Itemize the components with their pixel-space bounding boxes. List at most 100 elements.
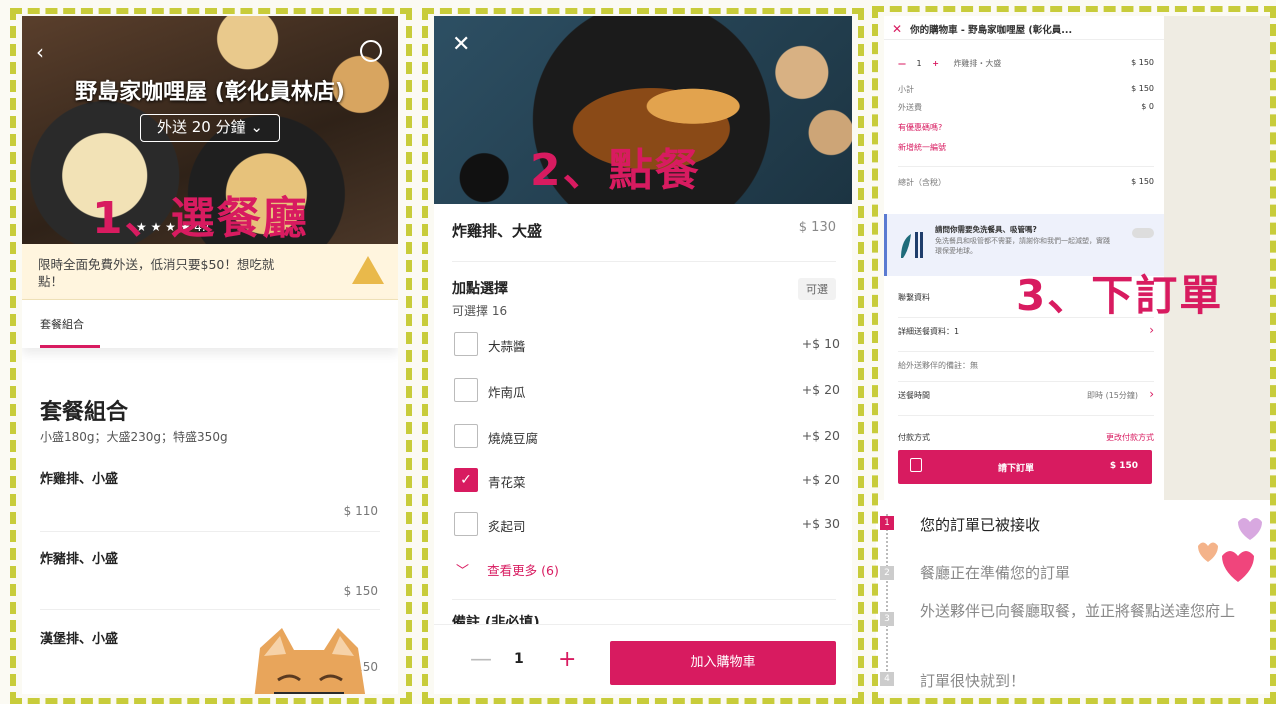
tab-underline bbox=[40, 345, 100, 348]
bag-icon bbox=[910, 458, 922, 472]
promo-banner: 限時全面免費外送，低消只要$50！想吃就點！ bbox=[22, 244, 398, 300]
delivery-fee-label: 外送費 bbox=[898, 103, 922, 112]
option-price: +$ 20 bbox=[801, 428, 840, 443]
option-price: +$ 20 bbox=[801, 382, 840, 397]
step-label-3: 3、下訂單 bbox=[1016, 271, 1224, 320]
rider-note-row[interactable]: 給外送夥伴的備註：無 bbox=[898, 360, 1154, 382]
payment-label: 付款方式 bbox=[898, 433, 930, 442]
section-subtitle: 小盛180g；大盛230g；特盛350g bbox=[40, 430, 228, 444]
hearts-icon bbox=[1198, 518, 1262, 582]
status-timeline bbox=[886, 514, 888, 682]
status-step-number: 4 bbox=[880, 672, 894, 686]
see-more-link[interactable]: ﹀ 查看更多 (6) bbox=[452, 560, 836, 600]
restaurant-page: ‹ 野島家咖哩屋 (彰化員林店) 外送 20 分鐘 ⌄ ★ ★ ★ ★ 4.( … bbox=[22, 16, 398, 694]
checkbox[interactable] bbox=[454, 332, 478, 356]
cutlery-body: 免洗餐具和吸管都不需要，請謝你和我們一起減塑，實踐環保愛地球。 bbox=[935, 237, 1110, 255]
warning-icon bbox=[352, 256, 384, 284]
cat-figurine-image bbox=[254, 628, 366, 694]
checkbox[interactable] bbox=[454, 512, 478, 536]
category-tabs: 套餐組合 bbox=[22, 300, 398, 348]
delivery-time-pill[interactable]: 外送 20 分鐘 ⌄ bbox=[140, 114, 280, 142]
status-step-text: 您的訂單已被接收 bbox=[920, 516, 1041, 534]
total-label: 總計（含稅） bbox=[898, 178, 946, 187]
delivery-fee-row: 外送費 $ 0 bbox=[898, 102, 1154, 113]
option-price: +$ 10 bbox=[801, 336, 840, 351]
delivery-time-value: 即時 (15分鐘) bbox=[1087, 391, 1138, 400]
quantity-value: 1 bbox=[514, 651, 524, 667]
invoice-link[interactable]: 新增統一編號 bbox=[898, 142, 1154, 153]
total-value: $ 150 bbox=[1131, 177, 1154, 186]
back-arrow-icon[interactable]: ‹ bbox=[36, 40, 44, 64]
status-step-number: 3 bbox=[880, 612, 894, 626]
address-label: 詳細送餐資料：1 bbox=[898, 327, 960, 336]
menu-item-name: 炸豬排、小盛 bbox=[40, 552, 119, 567]
order-status-panel: 1 您的訂單已被接收 2 餐廳正在準備您的訂單 3 外送夥伴已向餐廳取餐，並正將… bbox=[876, 500, 1270, 694]
menu-item[interactable]: 炸豬排、小盛 $ 150 bbox=[40, 548, 380, 610]
checkbox[interactable] bbox=[454, 424, 478, 448]
payment-row[interactable]: 付款方式 更改付款方式 bbox=[898, 432, 1154, 442]
coupon-link[interactable]: 有優惠碼嗎? bbox=[898, 122, 1154, 133]
cart-header: ✕ 你的購物車 - 野島家咖哩屋 (彰化員... bbox=[884, 16, 1164, 40]
step-label-1: 1、選餐廳 bbox=[92, 193, 309, 244]
subtotal-row: 小計 $ 150 bbox=[898, 84, 1154, 95]
checkmark-icon[interactable]: ✓ bbox=[454, 468, 478, 492]
option-label: 炙起司 bbox=[488, 519, 526, 534]
option-label: 大蒜醬 bbox=[488, 339, 526, 354]
cart-item-price: $ 150 bbox=[1131, 58, 1154, 67]
cart-title: 你的購物車 - 野島家咖哩屋 (彰化員... bbox=[910, 25, 1073, 36]
cart-qty: 1 bbox=[916, 59, 922, 68]
option-label: 青花菜 bbox=[488, 475, 526, 490]
menu-item[interactable]: 炸雞排、小盛 $ 110 bbox=[40, 468, 380, 532]
tab-set-meal[interactable]: 套餐組合 bbox=[40, 316, 84, 332]
chevron-right-icon: › bbox=[1149, 387, 1154, 401]
cart-page: ✕ 你的購物車 - 野島家咖哩屋 (彰化員... — 1 + 炸雞排・大盛 $ 1… bbox=[884, 16, 1164, 500]
promo-text: 限時全面免費外送，低消只要$50！想吃就點！ bbox=[38, 257, 275, 289]
place-order-button[interactable]: 請下訂單 $ 150 bbox=[898, 450, 1152, 484]
address-row[interactable]: 詳細送餐資料：1 › bbox=[898, 323, 1154, 352]
add-to-cart-button[interactable]: 加入購物車 bbox=[610, 641, 836, 685]
option-price: +$ 30 bbox=[801, 516, 840, 531]
chevron-right-icon: › bbox=[1149, 323, 1154, 337]
optional-badge: 可選 bbox=[798, 278, 836, 300]
step-label-2: 2、點餐 bbox=[530, 145, 701, 196]
close-icon[interactable]: ✕ bbox=[452, 32, 470, 57]
total-row: 總計（含稅） $ 150 bbox=[898, 166, 1154, 188]
restaurant-name: 野島家咖哩屋 (彰化員林店) bbox=[75, 80, 345, 105]
status-step-text: 餐廳正在準備您的訂單 bbox=[920, 564, 1071, 582]
background-area bbox=[1164, 16, 1270, 500]
cart-line-item: — 1 + 炸雞排・大盛 $ 150 bbox=[898, 58, 1154, 69]
checkbox[interactable] bbox=[454, 378, 478, 402]
status-step-number: 2 bbox=[880, 566, 894, 580]
add-to-cart-bar: — 1 + 加入購物車 bbox=[434, 624, 852, 694]
delivery-time-label: 送餐時間 bbox=[898, 391, 930, 400]
section-title: 套餐組合 bbox=[40, 400, 129, 425]
cart-item-name: 炸雞排・大盛 bbox=[953, 59, 1002, 68]
close-icon[interactable]: ✕ bbox=[892, 22, 902, 36]
status-step-text: 外送夥伴已向餐廳取餐，並正將餐點送達您府上 bbox=[920, 602, 1236, 620]
cutlery-toggle[interactable] bbox=[1132, 228, 1154, 238]
minus-button[interactable]: — bbox=[470, 647, 492, 672]
item-price: $ 130 bbox=[798, 220, 836, 235]
status-step-number: 1 bbox=[880, 516, 894, 530]
delivery-time-row[interactable]: 送餐時間 即時 (15分鐘) › bbox=[898, 387, 1154, 416]
minus-button[interactable]: — bbox=[898, 59, 906, 68]
change-payment-link[interactable]: 更改付款方式 bbox=[1106, 432, 1154, 442]
option-label: 炸南瓜 bbox=[488, 385, 526, 400]
chevron-down-icon: ﹀ bbox=[456, 564, 470, 579]
item-detail-page: ✕ 2、點餐 炸雞排、大盛 $ 130 加點選擇 可選擇 16 可選 大蒜醬 +… bbox=[434, 16, 852, 694]
addon-title: 加點選擇 bbox=[452, 281, 508, 297]
info-icon[interactable] bbox=[360, 40, 382, 62]
subtotal-label: 小計 bbox=[898, 85, 914, 94]
chevron-down-icon: ⌄ bbox=[250, 118, 263, 136]
plus-button[interactable]: + bbox=[558, 647, 576, 672]
place-order-label: 請下訂單 bbox=[998, 464, 1035, 474]
menu-item-name: 炸雞排、小盛 bbox=[40, 472, 119, 487]
delivery-fee-value: $ 0 bbox=[1141, 102, 1154, 111]
subtotal-value: $ 150 bbox=[1131, 84, 1154, 93]
cutlery-question: 請問你需要免洗餐具、吸管嗎? bbox=[935, 225, 1037, 234]
menu-item-price: $ 110 bbox=[343, 504, 378, 518]
place-order-total: $ 150 bbox=[1109, 461, 1138, 471]
status-step-text: 訂單很快就到！ bbox=[920, 672, 1026, 690]
item-header: 炸雞排、大盛 $ 130 bbox=[452, 220, 836, 262]
plus-button[interactable]: + bbox=[932, 59, 939, 68]
